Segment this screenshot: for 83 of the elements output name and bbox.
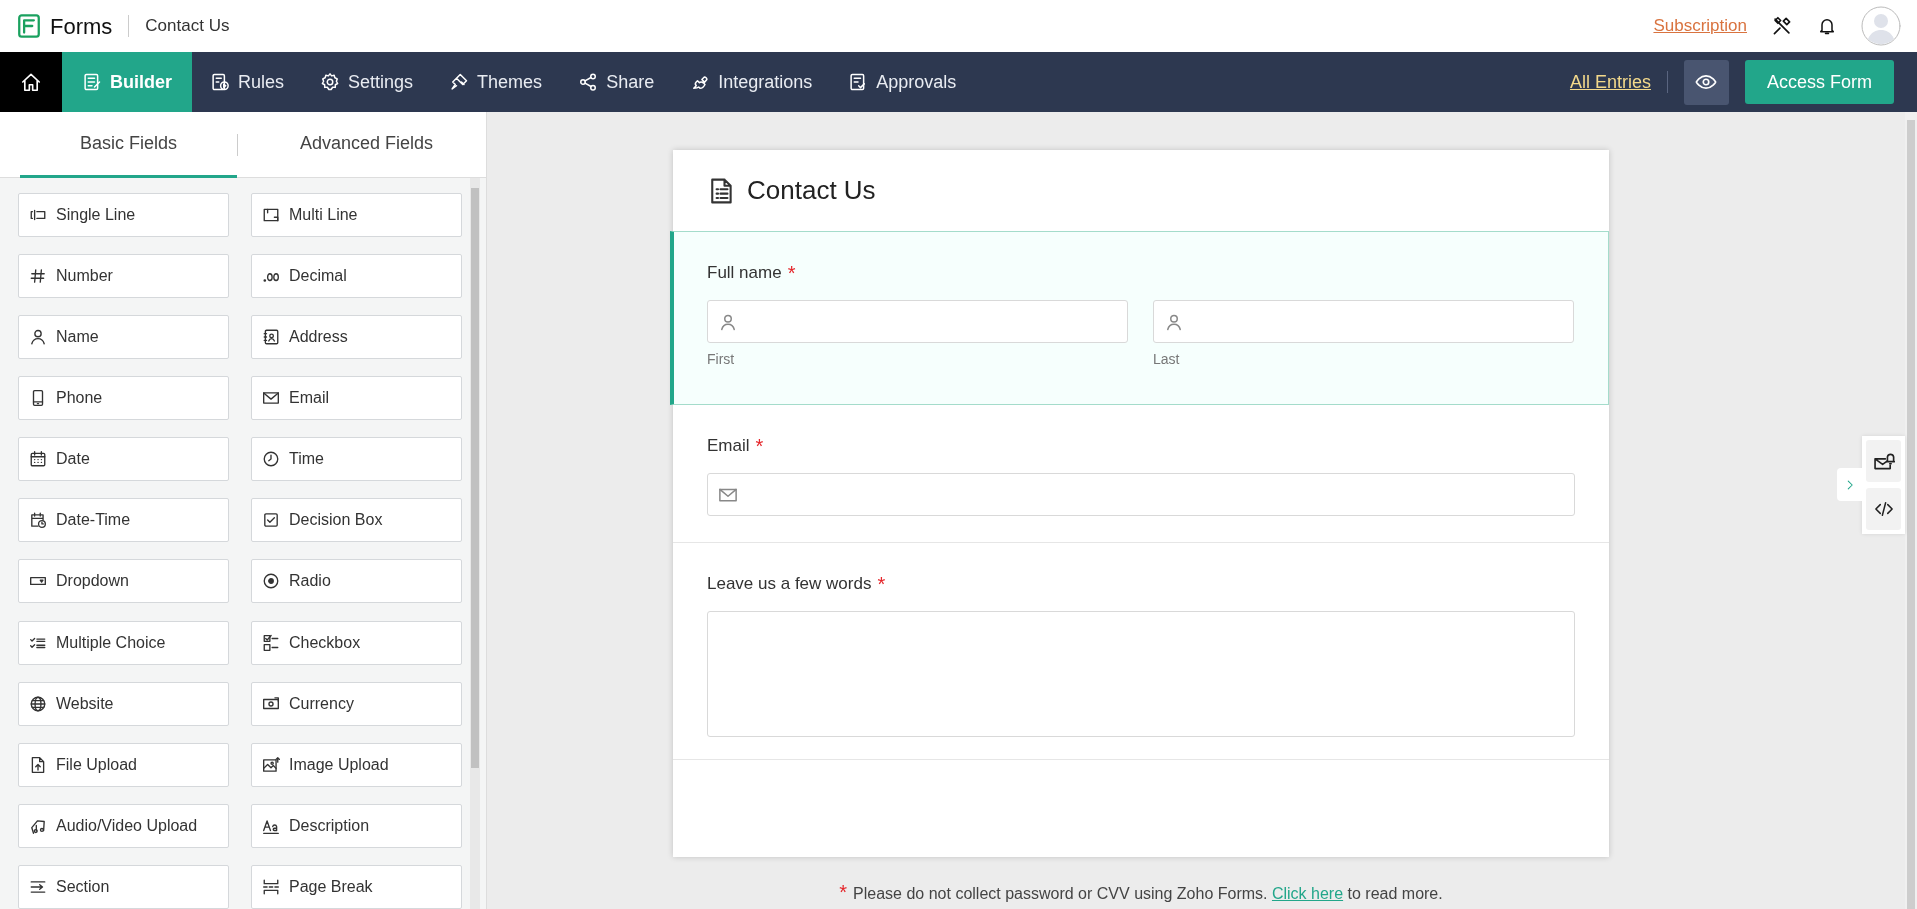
- field-type-button[interactable]: Checkbox: [251, 620, 462, 665]
- nav-tab[interactable]: Settings: [302, 52, 432, 112]
- checked-box-icon: [262, 511, 280, 530]
- globe-icon: [29, 694, 47, 713]
- field-type-button[interactable]: Dropdown: [18, 559, 229, 604]
- panel-tab[interactable]: Advanced Fields: [258, 112, 475, 178]
- field-type-button[interactable]: Section: [18, 864, 229, 909]
- form-name: Contact Us: [145, 15, 230, 38]
- contact-card-icon: [262, 328, 280, 347]
- calendar-clock-icon: [29, 511, 47, 530]
- field-label: Full name: [707, 262, 782, 285]
- image-icon: [262, 755, 280, 774]
- calendar-icon: [29, 450, 47, 469]
- field-type-button[interactable]: Single Line: [18, 193, 229, 237]
- field-type-button[interactable]: Multi Line: [251, 193, 462, 237]
- document-play-icon: [210, 72, 230, 92]
- form-field-section[interactable]: Leave us a few words *: [673, 543, 1609, 760]
- notice-text: * Please do not collect password or CVV using Zoho Forms. Click here to read more.: [838, 880, 1444, 905]
- field-type-button[interactable]: Currency: [251, 681, 462, 726]
- scrollbar-thumb[interactable]: [471, 188, 479, 768]
- brush-icon: [449, 72, 470, 92]
- checkbox-list-icon: [262, 633, 280, 652]
- hash-icon: [29, 267, 47, 286]
- person-icon: [29, 328, 47, 347]
- nav-tab[interactable]: Rules: [192, 52, 303, 112]
- scrollbar-thumb[interactable]: [1907, 120, 1915, 909]
- field-type-button[interactable]: Decimal: [251, 254, 462, 299]
- embed-code-button[interactable]: [1866, 488, 1901, 530]
- field-type-button[interactable]: Description: [251, 803, 462, 848]
- page-break-icon: [262, 877, 280, 896]
- nav-tab[interactable]: Share: [560, 52, 673, 112]
- avatar-icon[interactable]: [1861, 6, 1901, 46]
- tools-icon[interactable]: [1771, 15, 1793, 37]
- sub-label: First: [707, 350, 736, 369]
- preview-button[interactable]: [1684, 59, 1729, 105]
- field-type-button[interactable]: File Upload: [18, 742, 229, 787]
- notepad-icon: [82, 72, 102, 92]
- field-type-button[interactable]: Time: [251, 437, 462, 482]
- required-mark: *: [877, 572, 886, 597]
- input-field[interactable]: [1153, 300, 1574, 343]
- nav-tab[interactable]: Integrations: [672, 52, 831, 112]
- home-icon: [20, 71, 42, 93]
- radio-icon: [262, 572, 280, 591]
- required-mark: *: [755, 434, 764, 459]
- form-field-section[interactable]: Full name * First Last: [670, 231, 1609, 405]
- field-type-button[interactable]: Date: [18, 437, 229, 482]
- sub-label: Last: [1153, 350, 1181, 369]
- clock-icon: [262, 450, 280, 469]
- field-type-button[interactable]: Website: [18, 681, 229, 726]
- home-button[interactable]: [0, 52, 62, 112]
- field-label: Email: [707, 435, 750, 458]
- code-icon: [1873, 499, 1894, 519]
- app-name: Forms: [50, 12, 113, 41]
- required-mark: *: [787, 261, 796, 286]
- file-upload-icon: [29, 755, 47, 774]
- notification-button[interactable]: [1866, 440, 1901, 482]
- field-type-button[interactable]: Page Break: [251, 864, 462, 909]
- share-icon: [578, 72, 599, 92]
- input-field[interactable]: [707, 300, 1128, 343]
- field-type-button[interactable]: Decision Box: [251, 498, 462, 543]
- logo-icon: [16, 12, 42, 40]
- textarea-icon: [262, 206, 280, 224]
- field-type-button[interactable]: Phone: [18, 376, 229, 421]
- gear-icon: [320, 72, 341, 92]
- field-type-button[interactable]: Audio/Video Upload: [18, 803, 229, 848]
- field-type-button[interactable]: Radio: [251, 559, 462, 604]
- panel-tab[interactable]: Basic Fields: [20, 112, 237, 178]
- field-type-button[interactable]: Address: [251, 315, 462, 360]
- nav-tab[interactable]: Themes: [431, 52, 561, 112]
- field-type-button[interactable]: Email: [251, 376, 462, 421]
- input-field[interactable]: [707, 473, 1575, 516]
- bell-icon[interactable]: [1817, 16, 1837, 36]
- form-field-section[interactable]: Email *: [673, 405, 1609, 543]
- form-title: Contact Us: [747, 174, 876, 207]
- text-area[interactable]: [707, 611, 1575, 737]
- nav-tab[interactable]: Approvals: [830, 52, 975, 112]
- field-type-button[interactable]: Name: [18, 315, 229, 360]
- field-type-button[interactable]: Number: [18, 254, 229, 299]
- field-label: Leave us a few words: [707, 573, 872, 596]
- all-entries-link[interactable]: All Entries: [1569, 68, 1651, 96]
- field-type-button[interactable]: Date-Time: [18, 498, 229, 543]
- field-type-button[interactable]: Multiple Choice: [18, 620, 229, 665]
- field-type-button[interactable]: Image Upload: [251, 742, 462, 787]
